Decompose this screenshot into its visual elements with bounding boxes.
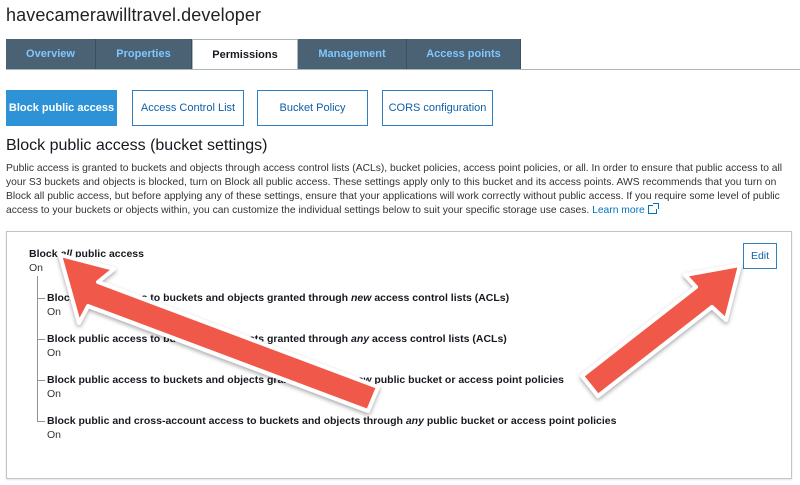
block-public-access-button[interactable]: Block public access [6,90,117,126]
setting-label: Block public access to buckets and objec… [47,333,507,345]
tree-tick [37,339,45,340]
tab-permissions[interactable]: Permissions [192,39,298,70]
block-all-label: Block all public access [29,248,144,260]
block-all-emphasis: all [60,248,73,260]
setting-label: Block public and cross-account access to… [47,415,617,427]
tab-bar: Overview Properties Permissions Manageme… [6,39,521,70]
access-control-list-button[interactable]: Access Control List [132,90,244,126]
setting-item: Block public and cross-account access to… [37,415,617,441]
learn-more-label: Learn more [592,205,645,216]
cors-configuration-button[interactable]: CORS configuration [382,90,493,126]
setting-label-suffix: access control lists (ACLs) [369,333,507,345]
setting-label-prefix: Block public access to buckets and objec… [47,292,351,304]
edit-button[interactable]: Edit [743,243,777,269]
setting-label-suffix: public bucket or access point policies [423,415,617,427]
bucket-title: havecamerawilltravel.developer [6,5,262,25]
tree-tick [37,421,45,422]
setting-label-prefix: Block public and cross-account access to… [47,415,406,427]
setting-status: On [47,429,62,441]
setting-status: On [47,306,62,318]
setting-label-prefix: Block public access to buckets and objec… [47,333,351,345]
bucket-policy-button[interactable]: Bucket Policy [257,90,368,126]
setting-label: Block public access to buckets and objec… [47,292,509,304]
setting-item: Block public access to buckets and objec… [37,333,507,359]
setting-label-suffix: public bucket or access point policies [371,374,564,386]
block-all-status: On [29,262,44,274]
learn-more-link[interactable]: Learn more [592,203,659,216]
setting-label-suffix: access control lists (ACLs) [371,292,510,304]
block-all-prefix: Block [29,248,61,260]
tree-tick [37,298,45,299]
setting-label-prefix: Block public access to buckets and objec… [47,374,351,386]
setting-status: On [47,388,62,400]
setting-item: Block public access to buckets and objec… [37,292,509,318]
tab-divider [6,69,800,70]
setting-label-emphasis: new [350,292,372,304]
tab-properties[interactable]: Properties [96,39,192,69]
setting-label-emphasis: any [350,333,370,345]
setting-label: Block public access to buckets and objec… [47,374,564,386]
external-link-icon [647,203,659,214]
setting-status: On [47,347,62,359]
tab-management[interactable]: Management [298,39,407,69]
description-text: Public access is granted to buckets and … [6,163,783,216]
tab-overview[interactable]: Overview [6,39,96,69]
block-public-access-panel: Block all public access On Edit Block pu… [6,231,792,479]
tab-access-points[interactable]: Access points [407,39,521,69]
setting-item: Block public access to buckets and objec… [37,374,564,400]
section-title: Block public access (bucket settings) [6,137,268,154]
setting-label-emphasis: any [405,415,424,427]
block-all-suffix: public access [72,248,144,260]
section-description: Public access is granted to buckets and … [6,162,796,218]
tree-tick [37,380,45,381]
setting-label-emphasis: new [350,374,372,386]
